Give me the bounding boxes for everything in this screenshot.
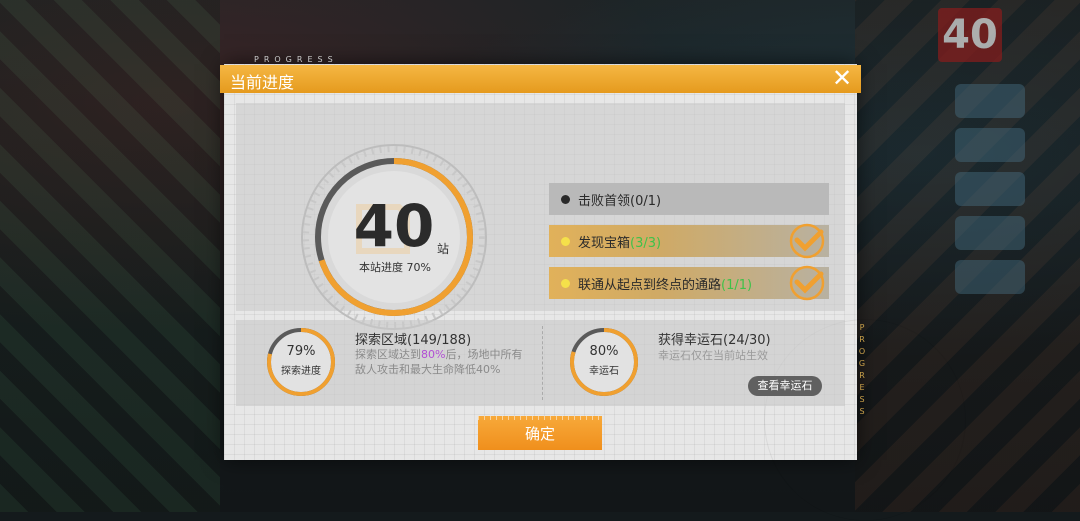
task-row-defeat-boss: 击败首领(0/1)	[549, 183, 829, 215]
background-side-button	[955, 128, 1025, 162]
dialog-header: 当前进度 ✕	[220, 64, 861, 93]
task-label: 击败首领(0/1)	[578, 193, 662, 209]
close-button[interactable]: ✕	[828, 64, 856, 92]
explore-ring-label: 探索进度	[281, 366, 321, 377]
confirm-button[interactable]: 确定	[478, 416, 602, 450]
check-icon	[789, 265, 825, 301]
confirm-button-decoration	[478, 416, 602, 420]
background-side-button	[955, 216, 1025, 250]
luck-description: 幸运石仅在当前站生效	[658, 349, 768, 362]
background-stage-badge: 40	[938, 8, 1002, 62]
explore-description: 探索区域达到80%后，场地中所有敌人攻击和最大生命降低40%	[355, 348, 523, 376]
progress-tag-top: PROGRESS	[254, 55, 338, 64]
stage-progress-panel: 40 站 本站进度 70% 击败首领(0/1) 发现宝箱(3/3) 联通从起点到…	[236, 103, 845, 330]
stage-number: 40	[353, 192, 435, 260]
luck-title: 获得幸运石(24/30)	[658, 333, 771, 348]
view-luck-stones-button[interactable]: 查看幸运石	[748, 376, 822, 396]
stage-unit: 站	[437, 242, 450, 256]
background-side-button	[955, 172, 1025, 206]
confirm-label: 确定	[524, 425, 555, 443]
explore-title: 探索区域(149/188)	[355, 333, 472, 348]
progress-tag-side: PROGRESS	[858, 323, 866, 416]
task-row-connect-path: 联通从起点到终点的通路(1/1)	[549, 265, 829, 301]
task-label: 发现宝箱(3/3)	[578, 235, 662, 251]
panel-divider	[542, 326, 543, 400]
dialog-title: 当前进度	[230, 73, 295, 92]
bullet-dot-icon	[561, 278, 570, 288]
stage-progress-label: 本站进度 70%	[359, 261, 431, 274]
close-icon: ✕	[831, 64, 853, 92]
task-label: 联通从起点到终点的通路(1/1)	[578, 277, 753, 293]
explore-percent: 79%	[286, 344, 316, 359]
task-row-find-chest: 发现宝箱(3/3)	[549, 223, 829, 259]
background-left-area	[0, 0, 220, 512]
luck-percent: 80%	[589, 344, 619, 359]
background-side-button	[955, 260, 1025, 294]
progress-dialog: PROGRESS 当前进度 ✕ 40 站 本站进度 70% 击败首领(0/1) …	[220, 55, 966, 521]
bullet-dot-icon	[561, 194, 570, 204]
stats-panel: 79% 探索进度 探索区域(149/188) 探索区域达到80%后，场地中所有敌…	[236, 320, 845, 406]
luck-ring-label: 幸运石	[589, 366, 619, 377]
check-icon	[789, 223, 825, 259]
background-side-button	[955, 84, 1025, 118]
bullet-dot-icon	[561, 236, 570, 246]
